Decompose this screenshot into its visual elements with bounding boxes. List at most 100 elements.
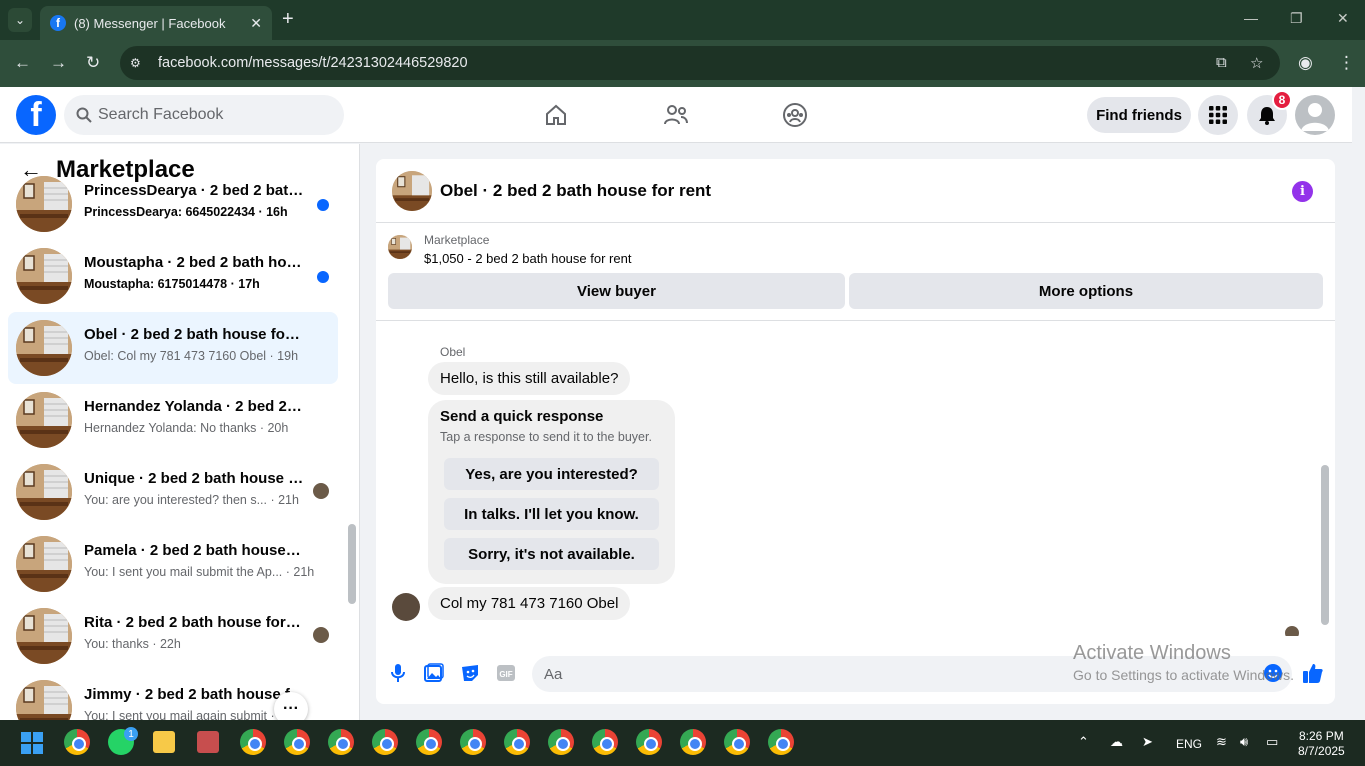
message-thread: Obel Hello, is this still available? Sen… [376, 321, 1335, 636]
conversation-item[interactable]: PrincessDearya · 2 bed 2 bath ... Princes… [8, 168, 338, 240]
chrome-profile-icon[interactable] [372, 729, 398, 755]
search-box[interactable] [64, 95, 344, 135]
chat-title[interactable]: Obel · 2 bed 2 bath house for rent [440, 181, 711, 201]
menu-grid-icon[interactable] [1198, 95, 1238, 135]
activate-windows-watermark: Activate Windows Go to Settings to activ… [1073, 642, 1294, 683]
restore-icon[interactable]: ❐ [1290, 10, 1303, 27]
back-icon[interactable]: ← [14, 53, 31, 73]
search-input[interactable] [98, 106, 318, 124]
listing-thumbnail [16, 392, 72, 448]
onedrive-cloud-icon[interactable]: ☁ [1110, 734, 1123, 750]
show-hidden-icons-icon[interactable]: ⌃ [1078, 734, 1089, 750]
chrome-profile-icon[interactable] [724, 729, 750, 755]
site-info-icon[interactable]: ⚙ [130, 56, 148, 70]
tab-title: (8) Messenger | Facebook [74, 15, 226, 31]
address-toolbar: ← → ↻ ⚙ facebook.com/messages/t/24231302… [0, 40, 1365, 87]
chrome-profile-icon[interactable] [548, 729, 574, 755]
chrome-profile-icon[interactable] [680, 729, 706, 755]
photo-icon[interactable] [423, 662, 445, 684]
chrome-profile-icon[interactable] [504, 729, 530, 755]
listing-thumbnail [16, 176, 72, 232]
url-bar[interactable]: ⚙ facebook.com/messages/t/24231302446529… [120, 46, 1280, 80]
conversation-item[interactable]: Rita · 2 bed 2 bath house for r... You: t… [8, 600, 338, 672]
clock-date: 8/7/2025 [1298, 744, 1345, 758]
windows-start-icon[interactable] [21, 732, 43, 754]
find-friends-button[interactable]: Find friends [1087, 97, 1191, 133]
view-buyer-button[interactable]: View buyer [388, 273, 845, 309]
gif-icon[interactable]: GIF [495, 662, 517, 684]
conversation-title: Unique · 2 bed 2 bath house f... [84, 470, 304, 487]
conversation-item[interactable]: Unique · 2 bed 2 bath house f... You: are… [8, 456, 338, 528]
sender-avatar[interactable] [392, 593, 420, 621]
sticker-icon[interactable] [459, 662, 481, 684]
forward-icon[interactable]: → [50, 53, 67, 73]
conversation-item[interactable]: Hernandez Yolanda · 2 bed 2 bat... Hernan… [8, 384, 338, 456]
location-icon[interactable]: ➤ [1142, 734, 1153, 750]
sidebar-scroll-thumb[interactable] [348, 524, 356, 604]
chrome-profile-icon[interactable] [240, 729, 266, 755]
close-tab-icon[interactable]: ✕ [250, 15, 262, 32]
chrome-icon[interactable] [64, 729, 90, 755]
conversation-title: Obel · 2 bed 2 bath house for rent [84, 326, 304, 343]
facebook-logo-icon[interactable]: f [16, 95, 56, 135]
bookmark-star-icon[interactable]: ☆ [1250, 54, 1263, 72]
home-icon[interactable] [542, 101, 570, 129]
conversation-item[interactable]: Moustapha · 2 bed 2 bath hou... Moustapha… [8, 240, 338, 312]
whatsapp-badge: 1 [124, 727, 138, 741]
close-window-icon[interactable]: ✕ [1337, 10, 1349, 27]
microphone-icon[interactable] [387, 662, 409, 684]
groups-icon[interactable] [781, 101, 809, 129]
page-scrollbar[interactable] [1352, 87, 1365, 720]
conversation-time: 21h [278, 493, 299, 507]
listing-price[interactable]: $1,050 - 2 bed 2 bath house for rent [424, 251, 631, 266]
conversation-item[interactable]: Pamela · 2 bed 2 bath house for ... You: … [8, 528, 338, 600]
quick-reply-button[interactable]: In talks. I'll let you know. [444, 498, 659, 530]
thumbs-up-icon[interactable] [1302, 662, 1324, 684]
more-options-icon[interactable]: ··· [274, 692, 308, 720]
conversation-item[interactable]: Obel · 2 bed 2 bath house for rent Obel: … [8, 312, 338, 384]
snipping-tool-icon[interactable] [197, 731, 219, 753]
chrome-profile-icon[interactable] [284, 729, 310, 755]
conversation-preview: Moustapha: 6175014478 · 17h [84, 277, 314, 291]
conversation-preview: You: are you interested? then s... · 21h [84, 493, 314, 507]
minimize-icon[interactable]: — [1244, 10, 1258, 26]
new-tab-icon[interactable]: + [282, 8, 294, 31]
listing-thumbnail [16, 680, 72, 720]
sidebar-scrollbar[interactable] [347, 194, 356, 714]
conversation-preview: Hernandez Yolanda: No thanks · 20h [84, 421, 314, 435]
system-clock[interactable]: 8:26 PM 8/7/2025 [1298, 729, 1345, 759]
chrome-profile-icon[interactable] [636, 729, 662, 755]
browser-menu-icon[interactable]: ⋮ [1338, 53, 1355, 73]
browser-tab-active[interactable]: f (8) Messenger | Facebook ✕ [40, 6, 272, 40]
quick-reply-button[interactable]: Sorry, it's not available. [444, 538, 659, 570]
preview-text: Hernandez Yolanda: No thanks [84, 421, 257, 435]
chat-scroll-thumb[interactable] [1321, 465, 1329, 625]
account-avatar[interactable] [1295, 95, 1335, 135]
quick-reply-button[interactable]: Yes, are you interested? [444, 458, 659, 490]
separator: · [227, 277, 239, 291]
marketplace-inbox-panel: ← Marketplace PrincessDearya · 2 bed 2 b… [0, 144, 360, 720]
tab-search-dropdown[interactable]: ⌄ [8, 8, 32, 32]
info-icon[interactable]: i [1292, 181, 1313, 202]
reload-icon[interactable]: ↻ [86, 53, 100, 73]
separator: · [282, 565, 294, 579]
friends-icon[interactable] [662, 101, 690, 129]
profile-icon[interactable]: ◉ [1298, 53, 1313, 73]
chrome-profile-icon[interactable] [416, 729, 442, 755]
preview-text: You: are you interested? then s... [84, 493, 267, 507]
more-options-button[interactable]: More options [849, 273, 1323, 309]
listing-thumbnail [16, 608, 72, 664]
volume-icon[interactable]: 🔊︎ [1240, 734, 1248, 750]
chrome-profile-icon[interactable] [768, 729, 794, 755]
sticky-notes-icon[interactable] [153, 731, 175, 753]
chrome-profile-icon[interactable] [460, 729, 486, 755]
wifi-icon[interactable]: ≋ [1216, 734, 1227, 750]
listing-thumbnail[interactable] [392, 171, 432, 211]
battery-icon[interactable]: ▭ [1266, 734, 1278, 750]
incoming-message: Col my 781 473 7160 Obel [428, 587, 631, 620]
chrome-profile-icon[interactable] [328, 729, 354, 755]
chat-scrollbar[interactable] [1320, 327, 1330, 637]
language-indicator[interactable]: ENG [1176, 737, 1202, 751]
chrome-profile-icon[interactable] [592, 729, 618, 755]
install-app-icon[interactable]: ⧉ [1216, 54, 1227, 71]
